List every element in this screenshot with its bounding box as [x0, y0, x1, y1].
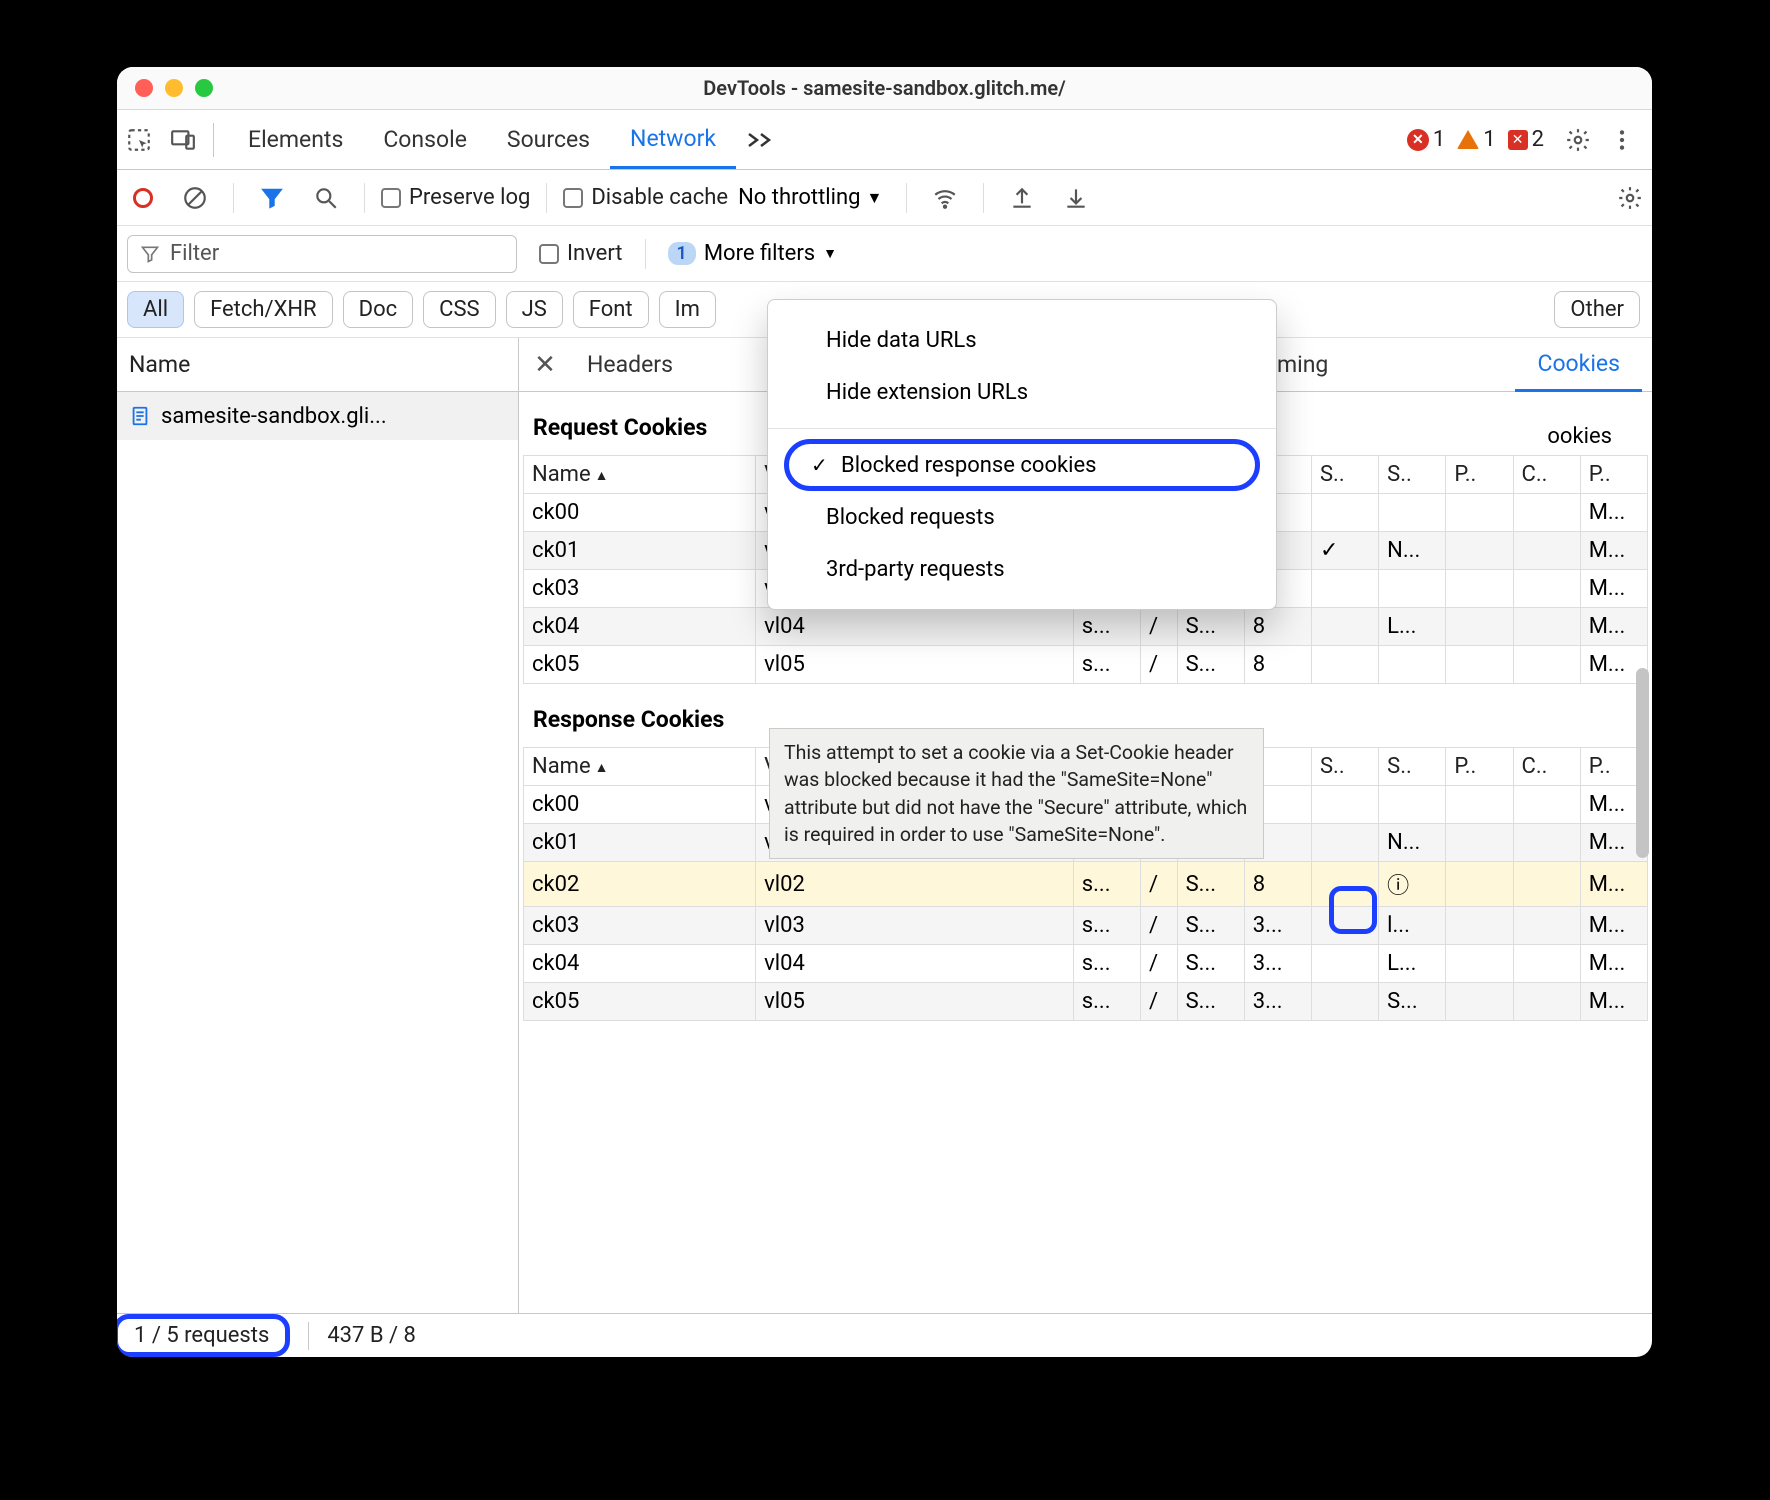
- table-row[interactable]: ck03vl03s.../S...3...l...M...: [524, 907, 1648, 945]
- col-name[interactable]: Name▲: [524, 748, 756, 786]
- table-row[interactable]: ck04vl04s.../S...3...L...M...: [524, 945, 1648, 983]
- transfer-size: 437 B / 8: [327, 1323, 416, 1348]
- col-name[interactable]: Name▲: [524, 456, 756, 494]
- show-filtered-label: ookies: [1547, 424, 1612, 449]
- info-highlight-ring: [1329, 886, 1377, 934]
- network-conditions-icon[interactable]: [923, 176, 967, 220]
- close-window-button[interactable]: [135, 79, 153, 97]
- col-http[interactable]: S..: [1311, 456, 1378, 494]
- network-toolbar: Preserve log Disable cache No throttling…: [117, 170, 1652, 226]
- dd-blocked-requests[interactable]: Blocked requests: [768, 491, 1276, 543]
- table-row[interactable]: ck02vl02s.../S...8ⓘM...: [524, 862, 1648, 907]
- issue-counter[interactable]: ✕2: [1508, 127, 1544, 152]
- status-bar: 1 / 5 requests 437 B / 8: [117, 1313, 1652, 1357]
- more-filters-button[interactable]: 1 More filters ▼: [668, 241, 838, 266]
- request-row[interactable]: samesite-sandbox.gli...: [117, 392, 518, 440]
- main-tabs: Elements Console Sources Network: [228, 110, 784, 169]
- filter-js[interactable]: JS: [506, 291, 563, 328]
- dd-hide-extension-urls[interactable]: Hide extension URLs: [768, 366, 1276, 418]
- col-secure[interactable]: S..: [1379, 456, 1446, 494]
- dd-third-party-requests[interactable]: 3rd-party requests: [768, 543, 1276, 595]
- table-row[interactable]: ck05vl05s.../S...8M...: [524, 646, 1648, 684]
- warning-icon: [1457, 130, 1479, 149]
- traffic-lights: [117, 79, 213, 97]
- filter-input[interactable]: Filter: [127, 235, 517, 273]
- funnel-icon: [140, 244, 160, 264]
- filter-doc[interactable]: Doc: [343, 291, 414, 328]
- divider: [233, 183, 234, 213]
- tab-sources[interactable]: Sources: [487, 110, 610, 169]
- export-har-icon[interactable]: [1054, 176, 1098, 220]
- col-p[interactable]: P..: [1446, 456, 1513, 494]
- issue-count: 2: [1532, 127, 1544, 152]
- scrollbar-thumb[interactable]: [1636, 668, 1649, 858]
- divider: [213, 123, 214, 157]
- record-button[interactable]: [123, 178, 163, 218]
- warning-count: 1: [1483, 127, 1495, 152]
- throttling-select[interactable]: No throttling▼: [738, 185, 890, 210]
- window-title: DevTools - samesite-sandbox.glitch.me/: [117, 76, 1652, 100]
- filter-all[interactable]: All: [127, 291, 184, 328]
- filter-xhr[interactable]: Fetch/XHR: [194, 291, 333, 328]
- divider: [308, 1322, 309, 1350]
- inspect-icon[interactable]: [117, 118, 161, 162]
- name-column-header[interactable]: Name: [117, 338, 518, 392]
- divider: [645, 239, 646, 269]
- error-counter[interactable]: ✕1: [1407, 127, 1445, 152]
- tab-headers[interactable]: Headers: [565, 338, 695, 391]
- close-details-button[interactable]: ✕: [525, 350, 565, 380]
- col-c[interactable]: C..: [1513, 456, 1580, 494]
- minimize-window-button[interactable]: [165, 79, 183, 97]
- col-s1[interactable]: S..: [1311, 748, 1378, 786]
- table-row[interactable]: ck05vl05s.../S...3...S...M...: [524, 983, 1648, 1021]
- tab-elements[interactable]: Elements: [228, 110, 363, 169]
- settings-gear-icon[interactable]: [1556, 118, 1600, 162]
- filter-funnel-icon[interactable]: [250, 176, 294, 220]
- clear-button[interactable]: [173, 176, 217, 220]
- table-row[interactable]: ck04vl04s.../S...8L...M...: [524, 608, 1648, 646]
- filter-other[interactable]: Other: [1554, 291, 1640, 328]
- request-name: samesite-sandbox.gli...: [161, 404, 387, 429]
- filter-img[interactable]: Im: [659, 291, 716, 328]
- network-settings-icon[interactable]: [1608, 176, 1652, 220]
- dd-blocked-response-cookies[interactable]: ✓ Blocked response cookies: [784, 439, 1260, 491]
- zoom-window-button[interactable]: [195, 79, 213, 97]
- error-count: 1: [1433, 127, 1445, 152]
- filter-row: Filter Invert 1 More filters ▼: [117, 226, 1652, 282]
- tab-cookies[interactable]: Cookies: [1515, 339, 1642, 392]
- document-icon: [129, 405, 151, 427]
- more-filters-count: 1: [668, 242, 696, 265]
- tab-console[interactable]: Console: [363, 110, 487, 169]
- col-c[interactable]: C..: [1513, 748, 1580, 786]
- search-icon[interactable]: [304, 176, 348, 220]
- titlebar: DevTools - samesite-sandbox.glitch.me/: [117, 67, 1652, 110]
- main-toolbar: Elements Console Sources Network ✕1 1 ✕2: [117, 110, 1652, 170]
- disable-cache-checkbox[interactable]: Disable cache: [563, 185, 728, 210]
- request-list: Name samesite-sandbox.gli...: [117, 338, 519, 1313]
- kebab-menu-icon[interactable]: [1600, 118, 1644, 162]
- divider: [983, 183, 984, 213]
- more-tabs-button[interactable]: [736, 110, 784, 169]
- tab-network[interactable]: Network: [610, 110, 736, 169]
- divider: [364, 183, 365, 213]
- import-har-icon[interactable]: [1000, 176, 1044, 220]
- check-icon: ✓: [811, 453, 828, 477]
- filter-css[interactable]: CSS: [423, 291, 495, 328]
- request-count: 1 / 5 requests: [117, 1314, 290, 1357]
- dd-hide-data-urls[interactable]: Hide data URLs: [768, 314, 1276, 366]
- invert-checkbox[interactable]: Invert: [539, 241, 623, 266]
- col-s2[interactable]: S..: [1379, 748, 1446, 786]
- divider: [546, 183, 547, 213]
- col-pr[interactable]: P..: [1580, 456, 1647, 494]
- warning-counter[interactable]: 1: [1457, 127, 1495, 152]
- devtools-window: DevTools - samesite-sandbox.glitch.me/ E…: [117, 67, 1652, 1357]
- more-filters-dropdown: Hide data URLs Hide extension URLs ✓ Blo…: [767, 299, 1277, 610]
- divider: [906, 183, 907, 213]
- blocked-cookie-tooltip: This attempt to set a cookie via a Set-C…: [769, 728, 1264, 859]
- filter-font[interactable]: Font: [573, 291, 649, 328]
- col-p[interactable]: P..: [1446, 748, 1513, 786]
- divider: [768, 428, 1276, 429]
- device-toggle-icon[interactable]: [161, 118, 205, 162]
- preserve-log-checkbox[interactable]: Preserve log: [381, 185, 530, 210]
